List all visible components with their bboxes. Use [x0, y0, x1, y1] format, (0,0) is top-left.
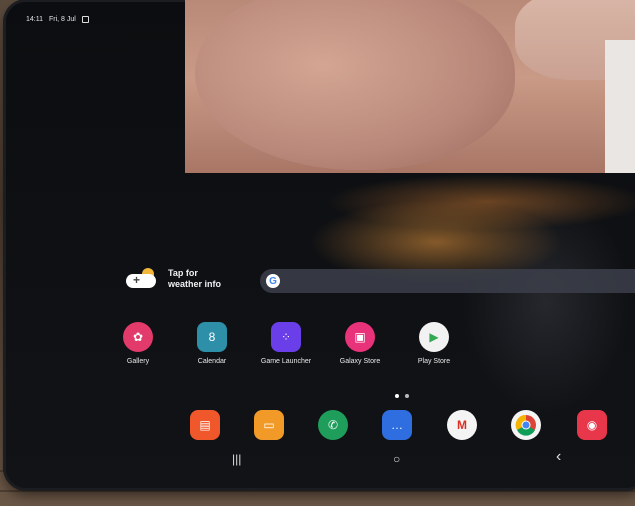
app-label: Gallery: [126, 358, 150, 365]
app-label: Game Launcher: [260, 358, 312, 365]
camera-icon[interactable]: ◉: [577, 410, 607, 440]
google-search-bar[interactable]: G: [260, 269, 635, 293]
page-dot-active: [395, 394, 399, 398]
page-dot: [405, 394, 409, 398]
weather-widget[interactable]: + Tap for weather info: [124, 268, 221, 290]
page-indicator: [395, 394, 409, 398]
status-bar: 14:11 Fri, 8 Jul: [26, 16, 89, 23]
finger: [185, 0, 635, 173]
weather-cloud-icon: +: [124, 268, 158, 290]
notes-icon[interactable]: ▤: [190, 410, 220, 440]
mail-icon[interactable]: M: [447, 410, 477, 440]
calendar-day: 8: [208, 330, 216, 344]
app-game-launcher[interactable]: ⁘ Game Launcher: [256, 322, 316, 365]
finger-pad: [195, 0, 515, 170]
app-galaxy-store[interactable]: ▣ Galaxy Store: [330, 322, 390, 365]
game-icon: ⁘: [271, 322, 301, 352]
notification-icon: [81, 16, 89, 23]
wood-grain: [0, 490, 635, 492]
play-icon: ▶: [419, 322, 449, 352]
chat-icon[interactable]: …: [382, 410, 412, 440]
app-label: Calendar: [197, 358, 227, 365]
bag-icon: ▣: [345, 322, 375, 352]
status-date: Fri, 8 Jul: [49, 16, 76, 23]
weather-line1: Tap for: [168, 268, 198, 278]
app-play-store[interactable]: ▶ Play Store: [404, 322, 464, 365]
folder-icon[interactable]: ▭: [254, 410, 284, 440]
app-calendar[interactable]: 8 Calendar: [182, 322, 242, 365]
recents-button[interactable]: |||: [232, 452, 241, 466]
chrome-icon[interactable]: [511, 410, 541, 440]
flower-icon: ✿: [123, 322, 153, 352]
app-label: Galaxy Store: [339, 358, 381, 365]
status-time: 14:11: [26, 16, 43, 23]
calendar-icon: 8: [197, 322, 227, 352]
google-logo-icon: G: [266, 274, 280, 288]
app-gallery[interactable]: ✿ Gallery: [108, 322, 168, 365]
weather-line2: weather info: [168, 279, 222, 289]
home-button[interactable]: ○: [393, 452, 400, 466]
app-label: Play Store: [417, 358, 451, 365]
background-wall: [605, 40, 635, 173]
back-button[interactable]: ‹: [556, 448, 561, 466]
phone-icon[interactable]: ✆: [318, 410, 348, 440]
weather-text: Tap for weather info: [168, 268, 221, 290]
